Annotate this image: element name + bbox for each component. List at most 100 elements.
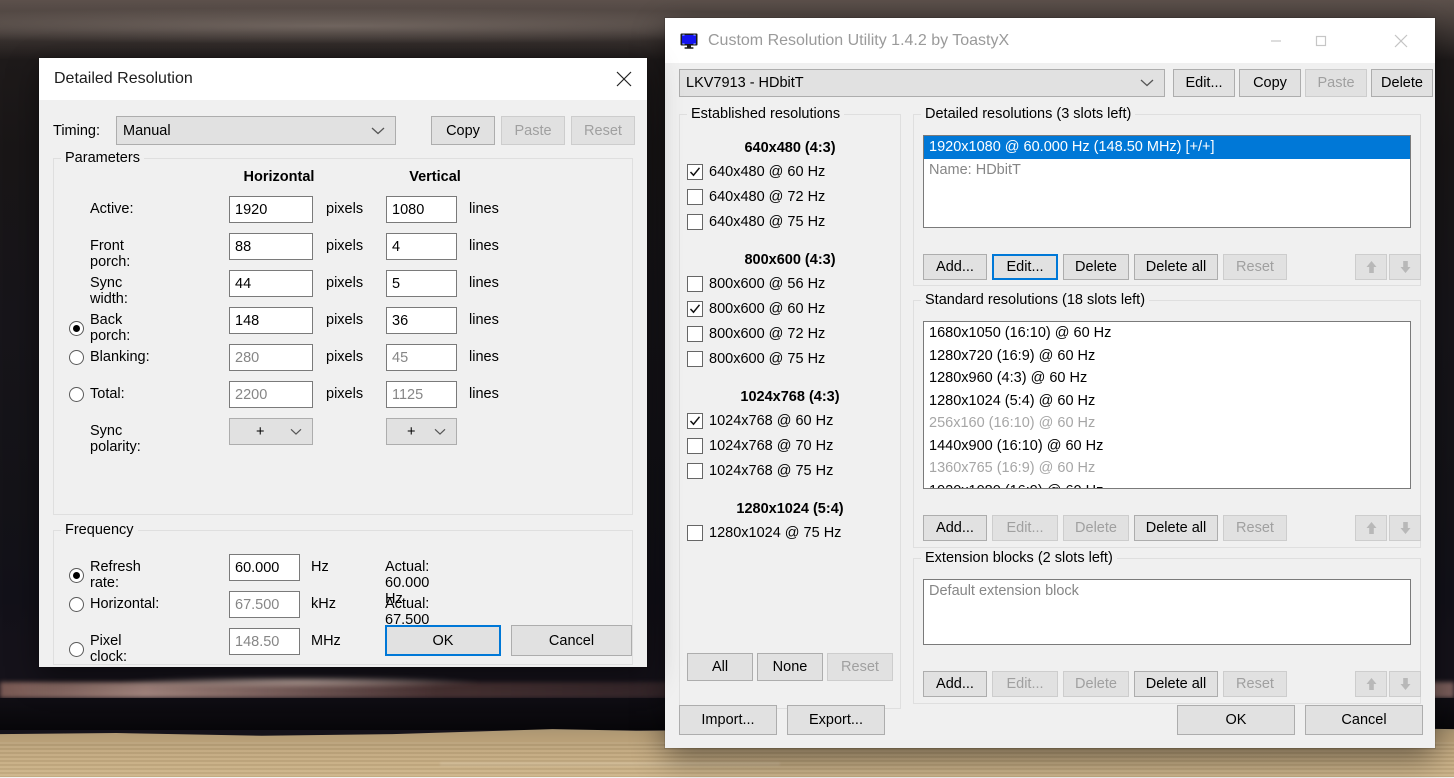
cru-title-bar[interactable]: Custom Resolution Utility 1.4.2 by Toast… — [665, 18, 1435, 63]
list-item[interactable]: 1440x900 (16:10) @ 60 Hz — [924, 435, 1410, 458]
list-item[interactable]: 1920x1080 (16:9) @ 60 Hz — [924, 480, 1410, 488]
copy-button[interactable]: Copy — [1239, 69, 1301, 97]
frequency-unit-label: kHz — [311, 596, 336, 612]
all-button[interactable]: All — [687, 653, 753, 681]
frequency-label: Pixel clock: — [90, 633, 128, 665]
list-item[interactable]: 256x160 (16:10) @ 60 Hz — [924, 412, 1410, 435]
checkbox-box — [687, 351, 703, 367]
parameter-radio[interactable]: Total: — [69, 386, 125, 402]
parameter-vertical-input[interactable]: 1080 — [386, 196, 457, 223]
unit-label-vertical: lines — [469, 312, 499, 328]
list-item[interactable]: Name: HDbitT — [924, 159, 1410, 182]
delete-all-button[interactable]: Delete all — [1134, 254, 1218, 280]
cru-ok-button[interactable]: OK — [1177, 705, 1295, 735]
edit-button[interactable]: Edit... — [992, 254, 1058, 280]
standard-resolutions-list[interactable]: 1680x1050 (16:10) @ 60 Hz 1280x720 (16:9)… — [923, 321, 1411, 489]
dialog-title-bar[interactable]: Detailed Resolution — [39, 58, 647, 100]
arrow-down-icon — [1389, 254, 1421, 280]
reset-button: Reset — [571, 116, 635, 145]
parameter-radio[interactable]: Blanking: — [69, 349, 150, 365]
detailed-resolutions-list[interactable]: 1920x1080 @ 60.000 Hz (148.50 MHz) [+/+]… — [923, 135, 1411, 228]
parameter-label: Sync width: — [90, 275, 128, 307]
established-checkbox[interactable]: 640x480 @ 60 Hz — [687, 164, 901, 180]
wallpaper-ridge-streak — [440, 762, 780, 766]
add-button[interactable]: Add... — [923, 515, 987, 541]
established-checkbox[interactable]: 800x600 @ 56 Hz — [687, 276, 901, 292]
frequency-radio[interactable]: Horizontal: — [69, 596, 159, 612]
established-checkbox-label: 800x600 @ 56 Hz — [709, 276, 826, 292]
timing-select[interactable]: Manual — [116, 116, 396, 145]
list-item[interactable]: 1920x1080 @ 60.000 Hz (148.50 MHz) [+/+] — [924, 136, 1410, 159]
established-checkbox[interactable]: 800x600 @ 72 Hz — [687, 326, 901, 342]
list-item[interactable]: 1280x960 (4:3) @ 60 Hz — [924, 367, 1410, 390]
frequency-radio[interactable]: Refresh rate: — [69, 559, 141, 591]
parameter-horizontal-input: 280 — [229, 344, 313, 371]
parameter-vertical-input[interactable]: 36 — [386, 307, 457, 334]
dialog-ok-button[interactable]: OK — [385, 625, 501, 656]
frequency-input[interactable]: 60.000 — [229, 554, 300, 581]
cru-cancel-button[interactable]: Cancel — [1305, 705, 1423, 735]
detailed-resolutions-legend: Detailed resolutions (3 slots left) — [921, 106, 1136, 122]
parameter-vertical-input[interactable]: 5 — [386, 270, 457, 297]
close-icon[interactable] — [1378, 18, 1423, 63]
sync-polarity-horizontal-select[interactable]: + — [229, 418, 313, 445]
monitor-icon — [680, 33, 698, 49]
parameter-horizontal-input[interactable]: 88 — [229, 233, 313, 260]
parameter-radio[interactable]: Back porch: — [69, 312, 130, 344]
parameter-horizontal-input[interactable]: 44 — [229, 270, 313, 297]
delete-button[interactable]: Delete — [1063, 254, 1129, 280]
established-resolutions-body: 640x480 (4:3) 640x480 @ 60 Hz 640x480 @ 72… — [679, 126, 901, 550]
list-item[interactable]: Default extension block — [924, 580, 1410, 603]
established-checkbox[interactable]: 1280x1024 @ 75 Hz — [687, 525, 901, 541]
parameter-horizontal-input[interactable]: 1920 — [229, 196, 313, 223]
established-checkbox[interactable]: 1024x768 @ 60 Hz — [687, 413, 901, 429]
radio-button — [69, 386, 84, 402]
established-checkbox[interactable]: 1024x768 @ 70 Hz — [687, 438, 901, 454]
none-button[interactable]: None — [757, 653, 823, 681]
established-resolutions-legend: Established resolutions — [687, 106, 845, 122]
unit-label-vertical: lines — [469, 349, 499, 365]
unit-label-horizontal: pixels — [326, 312, 364, 328]
sync-polarity-vertical-select[interactable]: + — [386, 418, 457, 445]
established-checkbox-label: 640x480 @ 72 Hz — [709, 189, 826, 205]
export-button[interactable]: Export... — [787, 705, 885, 735]
list-item[interactable]: 1360x765 (16:9) @ 60 Hz — [924, 457, 1410, 480]
display-select[interactable]: LKV7913 - HDbitT — [679, 69, 1165, 97]
timing-select-value: Manual — [123, 122, 171, 139]
add-button[interactable]: Add... — [923, 671, 987, 697]
unit-label-vertical: lines — [469, 275, 499, 291]
delete-button[interactable]: Delete — [1371, 69, 1433, 97]
list-item[interactable]: 1280x1024 (5:4) @ 60 Hz — [924, 390, 1410, 413]
delete-all-button[interactable]: Delete all — [1134, 515, 1218, 541]
import-button[interactable]: Import... — [679, 705, 777, 735]
established-checkbox-label: 800x600 @ 72 Hz — [709, 326, 826, 342]
established-checkbox[interactable]: 640x480 @ 75 Hz — [687, 214, 901, 230]
copy-button[interactable]: Copy — [431, 116, 495, 145]
minimize-icon[interactable] — [1253, 18, 1298, 63]
dialog-cancel-button[interactable]: Cancel — [511, 625, 632, 656]
established-checkbox[interactable]: 800x600 @ 75 Hz — [687, 351, 901, 367]
reset-button: Reset — [1223, 671, 1287, 697]
unit-label-horizontal: pixels — [326, 238, 364, 254]
maximize-icon[interactable] — [1298, 18, 1343, 63]
paste-button: Paste — [501, 116, 565, 145]
cru-window-title: Custom Resolution Utility 1.4.2 by Toast… — [708, 31, 1010, 49]
established-checkbox-label: 640x480 @ 75 Hz — [709, 214, 826, 230]
extension-blocks-legend: Extension blocks (2 slots left) — [921, 550, 1117, 566]
detailed-buttons-row: Add... Edit... Delete Delete all Reset — [923, 254, 1287, 280]
parameter-vertical-input[interactable]: 4 — [386, 233, 457, 260]
delete-all-button[interactable]: Delete all — [1134, 671, 1218, 697]
frequency-radio[interactable]: Pixel clock: — [69, 633, 127, 665]
list-item[interactable]: 1680x1050 (16:10) @ 60 Hz — [924, 322, 1410, 345]
list-item[interactable]: 1280x720 (16:9) @ 60 Hz — [924, 345, 1410, 368]
established-checkbox[interactable]: 1024x768 @ 75 Hz — [687, 463, 901, 479]
frequency-input: 67.500 — [229, 591, 300, 618]
edid-actions-toolbar: Edit... Copy Paste Delete — [1173, 69, 1433, 97]
established-checkbox[interactable]: 640x480 @ 72 Hz — [687, 189, 901, 205]
extension-blocks-list[interactable]: Default extension block — [923, 579, 1411, 645]
close-icon[interactable] — [601, 58, 647, 100]
edit-button[interactable]: Edit... — [1173, 69, 1235, 97]
parameter-horizontal-input[interactable]: 148 — [229, 307, 313, 334]
established-checkbox[interactable]: 800x600 @ 60 Hz — [687, 301, 901, 317]
add-button[interactable]: Add... — [923, 254, 987, 280]
